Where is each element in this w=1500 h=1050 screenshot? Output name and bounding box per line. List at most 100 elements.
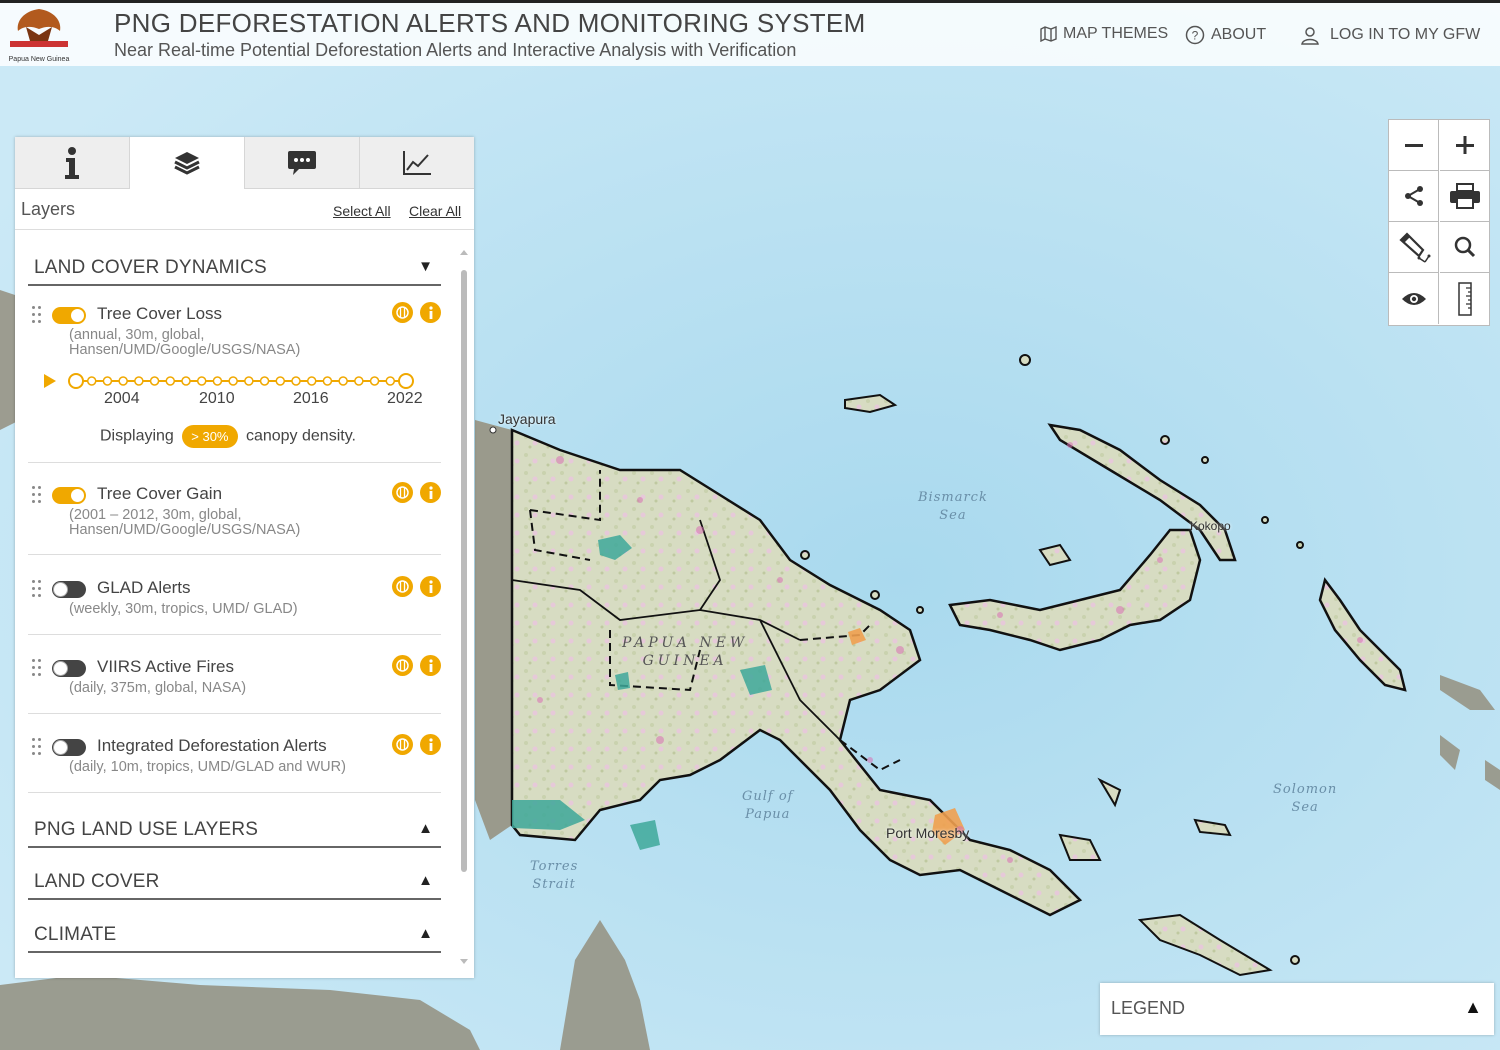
timeline-start-handle[interactable] [68, 373, 84, 389]
timeline-year-tick[interactable] [291, 376, 301, 386]
search-button[interactable] [1440, 222, 1490, 273]
canopy-density-button[interactable]: > 30% [182, 425, 238, 448]
timeline-year-tick[interactable] [118, 376, 128, 386]
timeline-year-tick[interactable] [259, 376, 270, 386]
timeline-year-tick[interactable] [228, 376, 238, 386]
opacity-icon[interactable] [392, 655, 413, 676]
section-climate[interactable]: CLIMATE ▲ [28, 921, 441, 953]
tab-stories[interactable] [245, 137, 360, 189]
timeline-end-handle[interactable] [398, 373, 414, 389]
timeline-year-tick[interactable] [102, 376, 113, 386]
toggle-viirs-active-fires[interactable] [52, 660, 86, 677]
search-icon [1454, 236, 1476, 258]
layers-header: Layers Select All Clear All [15, 189, 474, 230]
timeline-year-tick[interactable] [86, 376, 97, 386]
drag-handle-icon[interactable] [32, 738, 42, 756]
timeline-year: 2016 [293, 390, 329, 407]
timeline-year-tick[interactable] [196, 376, 207, 386]
toggle-tree-cover-loss[interactable] [52, 307, 86, 324]
layer-desc-line2: Hansen/UMD/Google/USGS/NASA) [69, 522, 301, 538]
map-label-torres-line2: Strait [532, 877, 576, 892]
select-all-link[interactable]: Select All [333, 203, 391, 219]
section-land-cover[interactable]: LAND COVER ▲ [28, 868, 441, 900]
timeline-year-tick[interactable] [134, 376, 144, 386]
nav-map-themes[interactable]: MAP THEMES [1040, 25, 1168, 43]
timeline-year-tick[interactable] [306, 376, 317, 386]
play-icon[interactable] [44, 374, 56, 388]
map-label-bismarck-line2: Sea [939, 508, 967, 523]
tab-analysis[interactable] [360, 137, 474, 189]
toggle-glad-alerts[interactable] [52, 581, 86, 598]
zoom-out-icon [1404, 144, 1423, 147]
timeline-year-tick[interactable] [354, 376, 364, 386]
timeline-slider[interactable] [44, 371, 424, 391]
zoom-out-button[interactable] [1389, 120, 1439, 171]
toggle-integrated-deforestation-alerts[interactable] [52, 739, 86, 756]
info-circle-icon[interactable] [420, 576, 441, 597]
opacity-icon[interactable] [392, 734, 413, 755]
caret-down-icon: ▼ [418, 258, 433, 275]
timeline-year-tick[interactable] [149, 376, 160, 386]
measure-button[interactable] [1440, 273, 1490, 324]
timeline-year-tick[interactable] [212, 376, 223, 386]
timeline-year-tick[interactable] [338, 376, 348, 386]
map-label-gulf-of-papua: Gulf of Papua [742, 788, 794, 824]
layer-desc-line1: (2001 – 2012, 30m, global, [69, 507, 242, 523]
nav-login[interactable]: LOG IN TO MY GFW [1300, 25, 1480, 45]
caret-up-icon: ▲ [1464, 997, 1482, 1017]
app-title: PNG DEFORESTATION ALERTS AND MONITORING … [114, 8, 866, 38]
info-circle-icon[interactable] [420, 482, 441, 503]
drag-handle-icon[interactable] [32, 486, 42, 504]
share-button[interactable] [1389, 171, 1439, 222]
toggle-tree-cover-gain[interactable] [52, 487, 86, 504]
clear-all-link[interactable]: Clear All [409, 203, 461, 219]
scrollbar-thumb[interactable] [461, 270, 467, 872]
layer-name: Tree Cover Gain [97, 484, 223, 503]
tab-info[interactable] [15, 137, 130, 189]
timeline-year-tick[interactable] [385, 376, 396, 386]
logo-text: Papua New Guinea [9, 56, 70, 63]
layer-description: (daily, 375m, global, NASA) [69, 680, 247, 696]
panel-scrollbar[interactable] [459, 248, 469, 968]
timeline-year-tick[interactable] [181, 376, 191, 386]
drag-handle-icon[interactable] [32, 580, 42, 598]
png-logo[interactable]: Papua New Guinea [4, 5, 74, 67]
layers-icon [174, 152, 200, 175]
layers-scroll-area[interactable]: LAND COVER DYNAMICS ▼ Tree Cover Loss (a… [15, 230, 474, 978]
print-button[interactable] [1440, 171, 1490, 222]
toggle-view-button[interactable] [1389, 273, 1439, 324]
tab-layers[interactable] [130, 137, 245, 189]
timeline-year: 2010 [199, 390, 235, 407]
timeline-year-tick[interactable] [322, 376, 333, 386]
zoom-in-icon [1456, 136, 1474, 154]
section-title: CLIMATE [34, 924, 117, 945]
layer-item-integrated-deforestation-alerts: Integrated Deforestation Alerts (daily, … [28, 732, 441, 793]
map-label-solomon-line2: Sea [1291, 800, 1319, 815]
svg-text:?: ? [1192, 29, 1199, 43]
app-header: Papua New Guinea PNG DEFORESTATION ALERT… [0, 0, 1500, 66]
map-label-country-line2: GUINEA [642, 653, 728, 669]
info-circle-icon[interactable] [420, 655, 441, 676]
section-land-cover-dynamics[interactable]: LAND COVER DYNAMICS ▼ [28, 254, 441, 286]
info-circle-icon[interactable] [420, 734, 441, 755]
map-label-gulf-line2: Papua [745, 807, 791, 822]
zoom-in-button[interactable] [1440, 120, 1490, 171]
opacity-icon[interactable] [392, 482, 413, 503]
drag-handle-icon[interactable] [32, 659, 42, 677]
draw-button[interactable] [1389, 222, 1439, 273]
caret-up-icon: ▲ [418, 925, 433, 942]
opacity-icon[interactable] [392, 576, 413, 597]
section-png-land-use-layers[interactable]: PNG LAND USE LAYERS ▲ [28, 816, 441, 848]
info-circle-icon[interactable] [420, 302, 441, 323]
timeline-year-tick[interactable] [165, 376, 176, 386]
opacity-icon[interactable] [392, 302, 413, 323]
timeline-year-tick[interactable] [369, 376, 380, 386]
timeline-year-tick[interactable] [275, 376, 286, 386]
layers-title: Layers [21, 199, 76, 219]
timeline-year-tick[interactable] [244, 376, 254, 386]
layer-name: Tree Cover Loss [97, 304, 223, 323]
timeline-year: 2022 [387, 390, 423, 407]
legend-panel[interactable]: LEGEND ▲ [1100, 983, 1494, 1035]
drag-handle-icon[interactable] [32, 306, 42, 324]
nav-about[interactable]: ? ABOUT [1185, 25, 1266, 45]
